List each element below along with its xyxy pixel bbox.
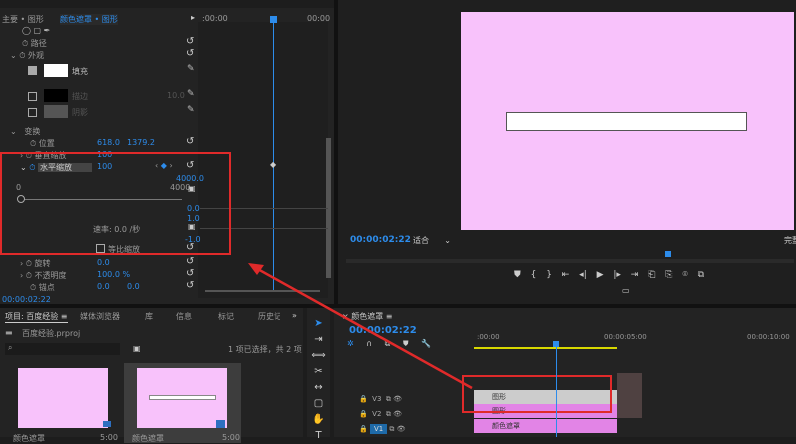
eyedropper-icon[interactable]: ✎ — [187, 64, 195, 74]
rectangle-icon[interactable]: ▢ — [307, 396, 330, 412]
fill-checkbox[interactable] — [28, 66, 37, 75]
reset-icon[interactable]: ↺ — [186, 256, 194, 267]
project-item-selected[interactable]: 颜色遮罩 5:00 — [124, 363, 241, 443]
anchor-y[interactable]: 0.0 — [127, 282, 140, 291]
play-icon[interactable]: ▸ — [191, 13, 195, 22]
tab-markers[interactable]: 标记 — [218, 311, 234, 322]
track-v2[interactable]: 🔒 V2 ⧉ 👁 — [359, 407, 429, 422]
new-bin-icon[interactable]: ▣ — [133, 344, 141, 353]
rotation-label: 旋转 — [34, 259, 51, 268]
reset-icon[interactable]: ↺ — [186, 36, 194, 47]
blurred-region — [617, 373, 642, 418]
stroke-checkbox[interactable] — [28, 92, 37, 101]
tab-media-browser[interactable]: 媒体浏览器 — [80, 311, 120, 322]
stroke-color-swatch[interactable] — [44, 89, 68, 102]
tick-label: :00:00 — [477, 333, 500, 341]
eyedropper-icon[interactable]: ✎ — [187, 89, 195, 99]
reset-icon[interactable]: ↺ — [186, 268, 194, 279]
annotation-arrow — [248, 263, 473, 390]
anchor-x[interactable]: 0.0 — [97, 282, 110, 291]
button-editor-icon[interactable]: ▭ — [622, 286, 630, 295]
track-v1[interactable]: 🔒 V1 ⧉ 👁 — [359, 422, 429, 437]
reset-icon[interactable]: ↺ — [186, 280, 194, 291]
keyframe-icon[interactable]: ◆ — [270, 160, 276, 169]
clip-color-matte[interactable]: 颜色遮罩 — [474, 419, 617, 433]
program-timecode[interactable]: 00:00:02:22 — [350, 235, 411, 245]
tab-master[interactable]: 主要 • 图形 — [2, 14, 44, 25]
tab-project[interactable]: 项目: 百度经验 ≡ — [5, 311, 68, 323]
transform-label: ⌄ 变换 — [10, 127, 41, 136]
playhead-line — [556, 347, 557, 437]
shadow-label: 阴影 — [72, 108, 88, 117]
tab-info[interactable]: 信息 — [176, 311, 192, 322]
folder-icon: ▬ — [5, 328, 13, 337]
graphic-badge-icon — [216, 420, 225, 428]
path-label: ⏱ 路径 — [22, 39, 47, 48]
opacity-value[interactable]: 100.0 % — [97, 270, 130, 279]
position-x[interactable]: 618.0 — [97, 138, 120, 147]
highlight-box — [0, 152, 231, 255]
shadow-color-swatch[interactable] — [44, 105, 68, 118]
tab-libraries[interactable]: 库 — [145, 311, 153, 322]
type-icon[interactable]: T — [307, 428, 330, 444]
anchor-label: 锚点 — [38, 283, 55, 292]
project-file: 百度经验.prproj — [22, 329, 81, 338]
shadow-checkbox[interactable] — [28, 108, 37, 117]
fit-dropdown[interactable]: 适合 ⌄ — [413, 235, 451, 246]
position-y[interactable]: 1379.2 — [127, 138, 155, 147]
tick-label: 00:00:10:00 — [747, 333, 790, 341]
reset-icon[interactable]: ↺ — [186, 136, 194, 147]
highlight-box — [462, 375, 612, 413]
transport-controls[interactable]: ⛊ { } ⇤ ◂| ▶ |▸ ⇥ ⎗ ⎘ ⌾ ⧉ — [514, 270, 704, 280]
eyedropper-icon[interactable]: ✎ — [187, 105, 195, 115]
white-bar-graphic[interactable] — [506, 112, 747, 131]
search-input[interactable]: ⌕ — [5, 343, 120, 355]
video-frame — [461, 12, 794, 230]
fill-label: 填充 — [72, 67, 88, 76]
work-area-bar[interactable] — [474, 347, 617, 349]
stroke-label: 描边 — [72, 92, 88, 101]
search-icon: ⌕ — [8, 343, 13, 352]
fill-color-swatch[interactable] — [44, 64, 68, 77]
track-headers: 🔒 V3 ⧉ 👁 🔒 V2 ⧉ 👁 🔒 V1 ⧉ 👁 — [359, 392, 429, 437]
tick-label: 00:00:05:00 — [604, 333, 647, 341]
opacity-label: 不透明度 — [34, 271, 67, 280]
stopwatch-icon[interactable]: ⏱ — [22, 39, 28, 48]
appearance-label: ⌄ ⏱ 外观 — [10, 51, 45, 60]
reset-icon[interactable]: ↺ — [186, 48, 194, 59]
effect-timecode[interactable]: 00:00:02:22 — [2, 295, 51, 304]
shape-tools-icon[interactable]: ◯ ▢ ✒ — [22, 26, 50, 35]
playhead-line — [273, 22, 274, 292]
hand-icon[interactable]: ✋ — [307, 412, 330, 428]
badge-icon — [103, 421, 111, 427]
project-item[interactable]: 颜色遮罩 5:00 — [5, 363, 118, 443]
rotation-value[interactable]: 0.0 — [97, 258, 110, 267]
tab-active-clip[interactable]: 颜色遮罩 • 图形 — [60, 14, 118, 25]
position-label: 位置 — [38, 139, 55, 148]
stroke-width[interactable]: 10.0 — [167, 91, 185, 100]
quality-dropdown[interactable]: 完整 — [784, 235, 796, 246]
program-playhead[interactable] — [665, 251, 671, 257]
